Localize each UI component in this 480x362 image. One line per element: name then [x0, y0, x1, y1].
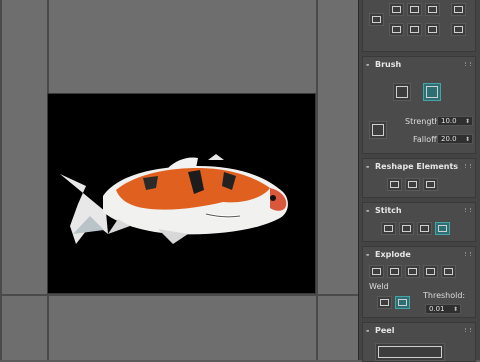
- command-panel: - Brush Strength: 10.0 ⬍ Falloff: 20.0 ⬍…: [358, 0, 480, 362]
- spinner-icon[interactable]: ⬍: [465, 117, 470, 126]
- falloff-input[interactable]: 20.0 ⬍: [437, 134, 473, 144]
- spacing-vertical-icon[interactable]: [451, 23, 466, 36]
- collapse-icon: -: [366, 60, 370, 69]
- rollout-grip-icon: [465, 62, 471, 66]
- stitch-to-target-icon[interactable]: [435, 222, 450, 235]
- line-brush-icon[interactable]: [369, 121, 387, 139]
- collapse-icon: -: [366, 250, 370, 259]
- grid-line-vertical-right: [316, 0, 318, 360]
- spinner-icon[interactable]: ⬍: [465, 135, 470, 144]
- reshape-rollout-header[interactable]: - Reshape Elements: [363, 159, 475, 174]
- falloff-value: 20.0: [441, 135, 457, 143]
- peel-rollout: - Peel: [362, 322, 476, 362]
- straighten-icon[interactable]: [387, 178, 402, 191]
- align-icon[interactable]: [369, 13, 384, 26]
- split-icon[interactable]: [405, 265, 420, 278]
- threshold-input[interactable]: 0.01 ⬍: [425, 304, 461, 314]
- threshold-value: 0.01: [429, 305, 445, 313]
- collapse-icon: -: [366, 162, 370, 171]
- stitch-to-source-icon[interactable]: [399, 222, 414, 235]
- explode-rollout: - Explode Weld Threshold: 0.01 ⬍: [362, 246, 476, 318]
- stitch-custom-icon[interactable]: [381, 222, 396, 235]
- spacing-horizontal-icon[interactable]: [451, 3, 466, 16]
- relax-cube-icon[interactable]: [405, 178, 420, 191]
- grid-pattern-icon[interactable]: [407, 23, 422, 36]
- stitch-rollout-header[interactable]: - Stitch: [363, 203, 475, 218]
- collapse-icon: -: [366, 326, 370, 335]
- spinner-icon[interactable]: ⬍: [453, 305, 458, 314]
- strength-input[interactable]: 10.0 ⬍: [437, 116, 473, 126]
- explode-title: Explode: [375, 250, 411, 259]
- rollout-grip-icon: [465, 208, 471, 212]
- peel-rollout-header[interactable]: - Peel: [363, 323, 475, 338]
- reshape-title: Reshape Elements: [375, 162, 459, 171]
- rollout-grip-icon: [465, 164, 471, 168]
- threshold-label: Threshold:: [423, 291, 466, 300]
- collapse-icon: -: [366, 206, 370, 215]
- relax-brush-icon[interactable]: [423, 83, 441, 101]
- grid-line-left: [0, 0, 2, 360]
- detach-icon[interactable]: [387, 265, 402, 278]
- uv-texture-frame[interactable]: [47, 93, 316, 294]
- break-icon[interactable]: [369, 265, 384, 278]
- koi-fish-texture: [60, 154, 288, 244]
- falloff-label: Falloff:: [413, 135, 440, 144]
- explode-all-icon[interactable]: [441, 265, 456, 278]
- stitch-to-average-icon[interactable]: [417, 222, 432, 235]
- align-vertical-icon[interactable]: [407, 3, 422, 16]
- weld-target-icon[interactable]: [395, 296, 410, 309]
- peel-title: Peel: [375, 326, 395, 335]
- rotate-cw-icon[interactable]: [425, 23, 440, 36]
- explode-grid-icon[interactable]: [423, 265, 438, 278]
- stitch-title: Stitch: [375, 206, 402, 215]
- stitch-rollout: - Stitch: [362, 202, 476, 242]
- rotate-ccw-icon[interactable]: [425, 3, 440, 16]
- brush-rollout: - Brush Strength: 10.0 ⬍ Falloff: 20.0 ⬍: [362, 56, 476, 154]
- align-horizontal-icon[interactable]: [389, 3, 404, 16]
- paint-brush-icon[interactable]: [393, 83, 411, 101]
- explode-rollout-header[interactable]: - Explode: [363, 247, 475, 262]
- reshape-elements-rollout: - Reshape Elements: [362, 158, 476, 198]
- rollout-grip-icon: [465, 252, 471, 256]
- rollout-grip-icon: [465, 328, 471, 332]
- brush-title: Brush: [375, 60, 402, 69]
- brush-rollout-header[interactable]: - Brush: [363, 57, 475, 72]
- quick-transform-rollout: [362, 0, 476, 52]
- distribute-icon[interactable]: [389, 23, 404, 36]
- weld-label: Weld: [369, 282, 389, 291]
- flatten-cube-icon[interactable]: [423, 178, 438, 191]
- uv-editor-viewport[interactable]: [0, 0, 358, 360]
- strength-value: 10.0: [441, 117, 457, 125]
- peel-tools-icon[interactable]: [375, 343, 445, 361]
- weld-selected-icon[interactable]: [377, 296, 392, 309]
